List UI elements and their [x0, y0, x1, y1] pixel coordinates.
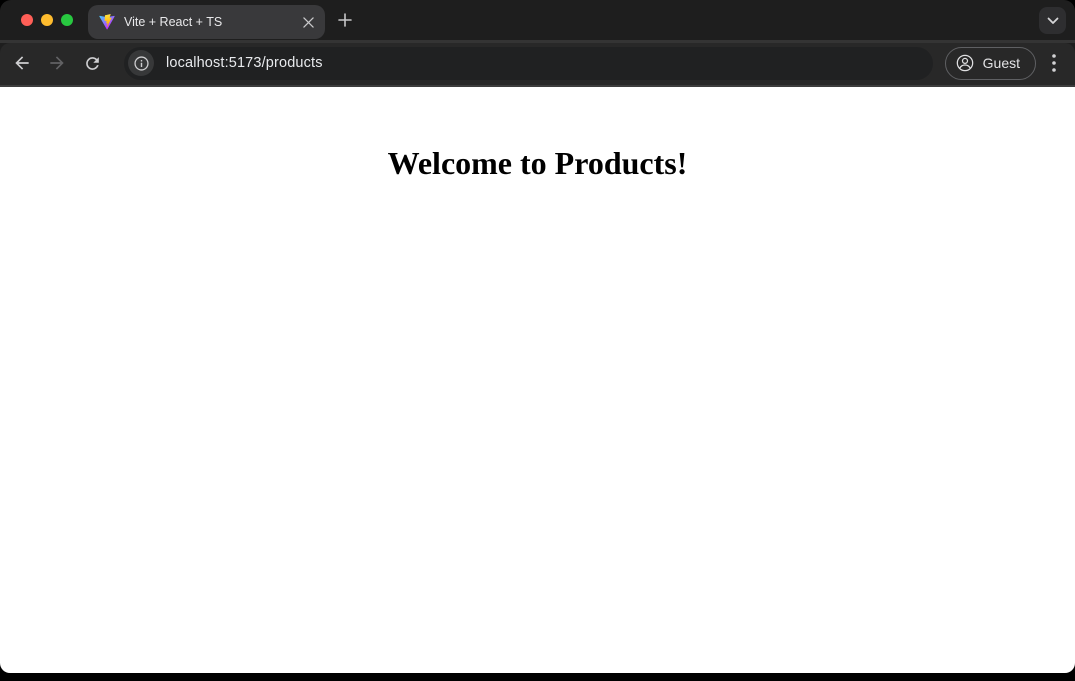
page-viewport: Welcome to Products! [0, 87, 1075, 673]
kebab-menu-icon [1052, 54, 1056, 72]
browser-toolbar: localhost:5173/products Guest [0, 43, 1075, 87]
vite-logo-icon [99, 14, 115, 30]
info-icon [133, 55, 150, 72]
window-zoom-button[interactable] [61, 14, 73, 26]
reload-icon [83, 54, 102, 73]
profile-button[interactable]: Guest [945, 47, 1036, 80]
profile-label: Guest [983, 55, 1020, 71]
forward-button[interactable] [43, 49, 71, 77]
back-arrow-icon [12, 53, 32, 73]
browser-window: Vite + React + TS [0, 0, 1075, 681]
browser-tab[interactable]: Vite + React + TS [88, 5, 325, 39]
window-close-button[interactable] [21, 14, 33, 26]
tab-title: Vite + React + TS [124, 15, 299, 29]
page-heading: Welcome to Products! [0, 87, 1075, 182]
reload-button[interactable] [78, 49, 106, 77]
back-button[interactable] [8, 49, 36, 77]
macos-traffic-lights [21, 14, 73, 26]
new-tab-button[interactable] [331, 6, 359, 34]
forward-arrow-icon [47, 53, 67, 73]
toolbar-wrap: localhost:5173/products Guest [0, 40, 1075, 87]
browser-menu-button[interactable] [1042, 49, 1066, 77]
close-tab-icon[interactable] [299, 13, 317, 31]
url-text[interactable]: localhost:5173/products [166, 55, 323, 71]
tab-search-chevron-button[interactable] [1039, 7, 1066, 34]
url-bar[interactable]: localhost:5173/products [124, 47, 933, 80]
chevron-down-icon [1047, 17, 1059, 25]
tab-strip: Vite + React + TS [0, 0, 1075, 40]
site-info-button[interactable] [128, 50, 154, 76]
window-minimize-button[interactable] [41, 14, 53, 26]
account-circle-icon [955, 53, 975, 73]
